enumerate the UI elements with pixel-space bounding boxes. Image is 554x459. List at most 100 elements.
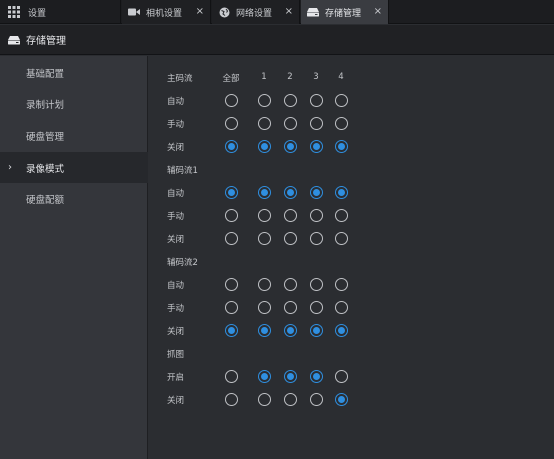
tab-label: 网络设置	[236, 8, 273, 19]
tab-settings-home[interactable]: 设置	[0, 0, 121, 24]
radio-button[interactable]	[283, 231, 297, 245]
option-label: 手动	[167, 304, 185, 314]
radio-button[interactable]	[257, 139, 271, 153]
option-label: 自动	[167, 189, 185, 199]
sidebar-item-basic-config[interactable]: 基础配置	[0, 57, 148, 88]
radio-button[interactable]	[224, 231, 238, 245]
radio-button[interactable]	[257, 277, 271, 291]
radio-button[interactable]	[224, 277, 238, 291]
chevron-right-icon: ›	[8, 162, 12, 173]
sidebar-item-disk-management[interactable]: 硬盘管理	[0, 120, 148, 151]
radio-button[interactable]	[257, 300, 271, 314]
radio-button[interactable]	[257, 392, 271, 406]
close-icon[interactable]: ×	[374, 6, 382, 18]
column-header: 全部	[222, 74, 240, 84]
option-label: 关闭	[167, 143, 185, 153]
radio-button[interactable]	[283, 139, 297, 153]
record-mode-panel: 全部 1 2 3 4 主码流 自动 手动 关闭 辅码流1 自动 手动 关闭 辅码流2 自动 手动 关闭 抓图 开启关…	[149, 56, 554, 459]
radio-button[interactable]	[334, 277, 348, 291]
radio-button[interactable]	[309, 300, 323, 314]
radio-button[interactable]	[309, 208, 323, 222]
radio-button[interactable]	[257, 231, 271, 245]
tab-bar: 设置 相机设置 × 网络设置 × 存储管理 ×	[0, 0, 554, 24]
option-label: 开启	[167, 373, 185, 383]
radio-button[interactable]	[224, 323, 238, 337]
radio-button[interactable]	[334, 300, 348, 314]
tab-label: 存储管理	[325, 8, 362, 19]
radio-button[interactable]	[309, 392, 323, 406]
radio-button[interactable]	[309, 139, 323, 153]
option-label: 自动	[167, 97, 185, 107]
camera-icon	[128, 6, 140, 18]
sidebar-item-label: 基础配置	[26, 68, 65, 80]
radio-button[interactable]	[334, 93, 348, 107]
tab-label: 设置	[28, 8, 47, 19]
radio-button[interactable]	[257, 323, 271, 337]
radio-button[interactable]	[224, 300, 238, 314]
radio-button[interactable]	[309, 369, 323, 383]
sidebar-item-record-mode[interactable]: › 录像模式	[0, 152, 148, 183]
sidebar-item-disk-quota[interactable]: 硬盘配额	[0, 183, 148, 214]
option-label: 手动	[167, 120, 185, 130]
radio-button[interactable]	[283, 116, 297, 130]
section-title: 辅码流2	[167, 258, 198, 268]
sidebar-item-label: 录制计划	[26, 99, 65, 111]
radio-button[interactable]	[283, 300, 297, 314]
sidebar-item-label: 录像模式	[26, 163, 65, 175]
radio-button[interactable]	[283, 208, 297, 222]
radio-button[interactable]	[334, 231, 348, 245]
radio-button[interactable]	[224, 139, 238, 153]
close-icon[interactable]: ×	[196, 6, 204, 18]
sidebar-item-record-schedule[interactable]: 录制计划	[0, 88, 148, 119]
option-label: 关闭	[167, 235, 185, 245]
tab-camera-settings[interactable]: 相机设置 ×	[122, 0, 211, 24]
radio-button[interactable]	[334, 323, 348, 337]
radio-button[interactable]	[224, 208, 238, 222]
radio-button[interactable]	[334, 392, 348, 406]
radio-button[interactable]	[224, 93, 238, 107]
radio-button[interactable]	[283, 93, 297, 107]
radio-button[interactable]	[309, 185, 323, 199]
option-label: 关闭	[167, 396, 185, 406]
radio-button[interactable]	[224, 185, 238, 199]
radio-button[interactable]	[334, 208, 348, 222]
radio-button[interactable]	[334, 369, 348, 383]
radio-button[interactable]	[283, 185, 297, 199]
radio-button[interactable]	[283, 323, 297, 337]
radio-button[interactable]	[257, 369, 271, 383]
radio-button[interactable]	[224, 369, 238, 383]
sidebar-item-label: 硬盘配额	[26, 194, 65, 206]
radio-button[interactable]	[309, 323, 323, 337]
radio-button[interactable]	[334, 185, 348, 199]
radio-button[interactable]	[257, 116, 271, 130]
globe-icon	[218, 6, 230, 18]
sidebar-item-label: 硬盘管理	[26, 131, 65, 143]
option-label: 手动	[167, 212, 185, 222]
radio-button[interactable]	[334, 116, 348, 130]
section-title: 抓图	[167, 350, 185, 360]
section-title: 辅码流1	[167, 166, 198, 176]
section-title: 主码流	[167, 74, 193, 84]
radio-button[interactable]	[224, 116, 238, 130]
storage-icon	[307, 6, 319, 18]
radio-button[interactable]	[257, 93, 271, 107]
radio-button[interactable]	[257, 208, 271, 222]
radio-button[interactable]	[309, 93, 323, 107]
radio-button[interactable]	[334, 139, 348, 153]
storage-icon	[8, 35, 20, 45]
tab-label: 相机设置	[146, 8, 183, 19]
radio-button[interactable]	[224, 392, 238, 406]
tab-network-settings[interactable]: 网络设置 ×	[212, 0, 300, 24]
column-header: 4	[338, 72, 344, 82]
radio-button[interactable]	[309, 231, 323, 245]
close-icon[interactable]: ×	[285, 6, 293, 18]
page-header: 存储管理	[0, 25, 554, 55]
radio-button[interactable]	[283, 392, 297, 406]
radio-button[interactable]	[283, 277, 297, 291]
radio-button[interactable]	[309, 116, 323, 130]
tab-storage-management[interactable]: 存储管理 ×	[301, 0, 389, 24]
radio-button[interactable]	[309, 277, 323, 291]
radio-button[interactable]	[283, 369, 297, 383]
sidebar: 基础配置 录制计划 硬盘管理 › 录像模式 硬盘配额	[0, 56, 148, 459]
radio-button[interactable]	[257, 185, 271, 199]
